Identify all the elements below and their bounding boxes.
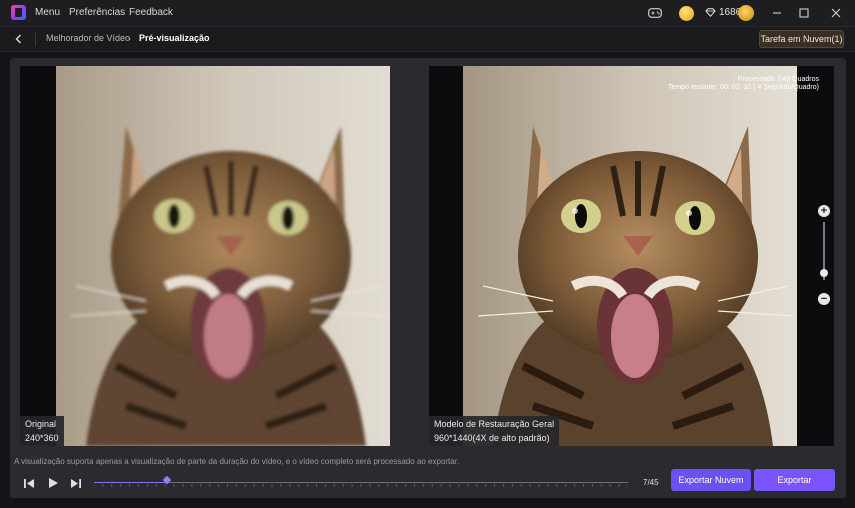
gem-balance[interactable]: 1686 xyxy=(705,7,741,18)
enhanced-video-frame xyxy=(463,66,797,446)
cloud-export-button[interactable]: Exportar Nuvem xyxy=(671,469,751,491)
frame-counter: 7/45 xyxy=(643,478,659,487)
original-caption-size: 240*360 xyxy=(25,433,59,443)
zoom-slider-handle[interactable] xyxy=(820,269,828,278)
original-preview: Original 240*360 xyxy=(20,66,390,446)
play-icon xyxy=(49,478,58,488)
processing-info: Processado 7/45 Quadros Tempo restante: … xyxy=(668,76,819,92)
preview-notice: A visualização suporta apenas a visualiz… xyxy=(14,457,460,466)
title-bar: Menu Preferências Feedback 1686 xyxy=(0,0,855,26)
app-logo xyxy=(11,5,26,20)
timeline-progress xyxy=(94,482,168,483)
maximize-icon xyxy=(799,8,809,18)
timeline-track xyxy=(94,482,628,483)
close-icon xyxy=(831,8,841,18)
original-caption: Original 240*360 xyxy=(20,416,64,446)
cloud-task-button[interactable]: Tarefa em Nuvem(1) xyxy=(759,30,844,48)
step-forward-icon xyxy=(71,478,81,488)
minimize-button[interactable] xyxy=(768,4,786,22)
gamepad-icon[interactable] xyxy=(646,5,664,21)
gem-icon xyxy=(705,8,716,17)
minimize-icon xyxy=(773,12,781,14)
export-button[interactable]: Exportar xyxy=(754,469,835,491)
maximize-button[interactable] xyxy=(795,4,813,22)
coin-icon[interactable] xyxy=(679,6,694,21)
menu-item-menu[interactable]: Menu xyxy=(35,7,60,18)
enhanced-caption: Modelo de Restauração Geral 960*1440(4X … xyxy=(429,416,560,446)
divider xyxy=(35,33,36,46)
chevron-left-icon xyxy=(15,34,21,44)
previous-frame-button[interactable] xyxy=(20,475,38,491)
zoom-out-button[interactable]: − xyxy=(818,293,830,305)
navigation-bar: Melhorador de Vídeo › Pré-visualização T… xyxy=(0,26,855,52)
play-button[interactable] xyxy=(44,475,62,491)
zoom-in-button[interactable]: + xyxy=(818,205,830,217)
enhanced-caption-title: Modelo de Restauração Geral xyxy=(434,419,555,429)
enhanced-preview: Processado 7/45 Quadros Tempo restante: … xyxy=(429,66,834,446)
back-button[interactable] xyxy=(12,32,26,46)
chevron-right-icon: › xyxy=(128,33,131,43)
step-back-icon xyxy=(24,478,34,488)
next-frame-button[interactable] xyxy=(67,475,85,491)
zoom-control: + − xyxy=(817,205,831,305)
breadcrumb-preview: Pré-visualização xyxy=(139,33,210,43)
frame-timeline[interactable] xyxy=(94,475,628,490)
processed-frames-text: Processado 7/45 Quadros xyxy=(737,76,819,83)
original-caption-title: Original xyxy=(25,419,57,429)
remaining-time-text: Tempo restante: 00: 02: 32 ( 4 Segundo/Q… xyxy=(668,84,819,91)
premium-badge-icon[interactable] xyxy=(738,5,754,21)
breadcrumb-video-enhancer[interactable]: Melhorador de Vídeo xyxy=(46,33,130,43)
timeline-ticks xyxy=(94,484,628,487)
close-button[interactable] xyxy=(827,4,845,22)
menu-item-feedback[interactable]: Feedback xyxy=(129,7,173,18)
original-video-frame xyxy=(56,66,390,446)
enhanced-caption-size: 960*1440(4X de alto padrão) xyxy=(434,433,550,443)
menu-item-preferences[interactable]: Preferências xyxy=(69,7,125,18)
